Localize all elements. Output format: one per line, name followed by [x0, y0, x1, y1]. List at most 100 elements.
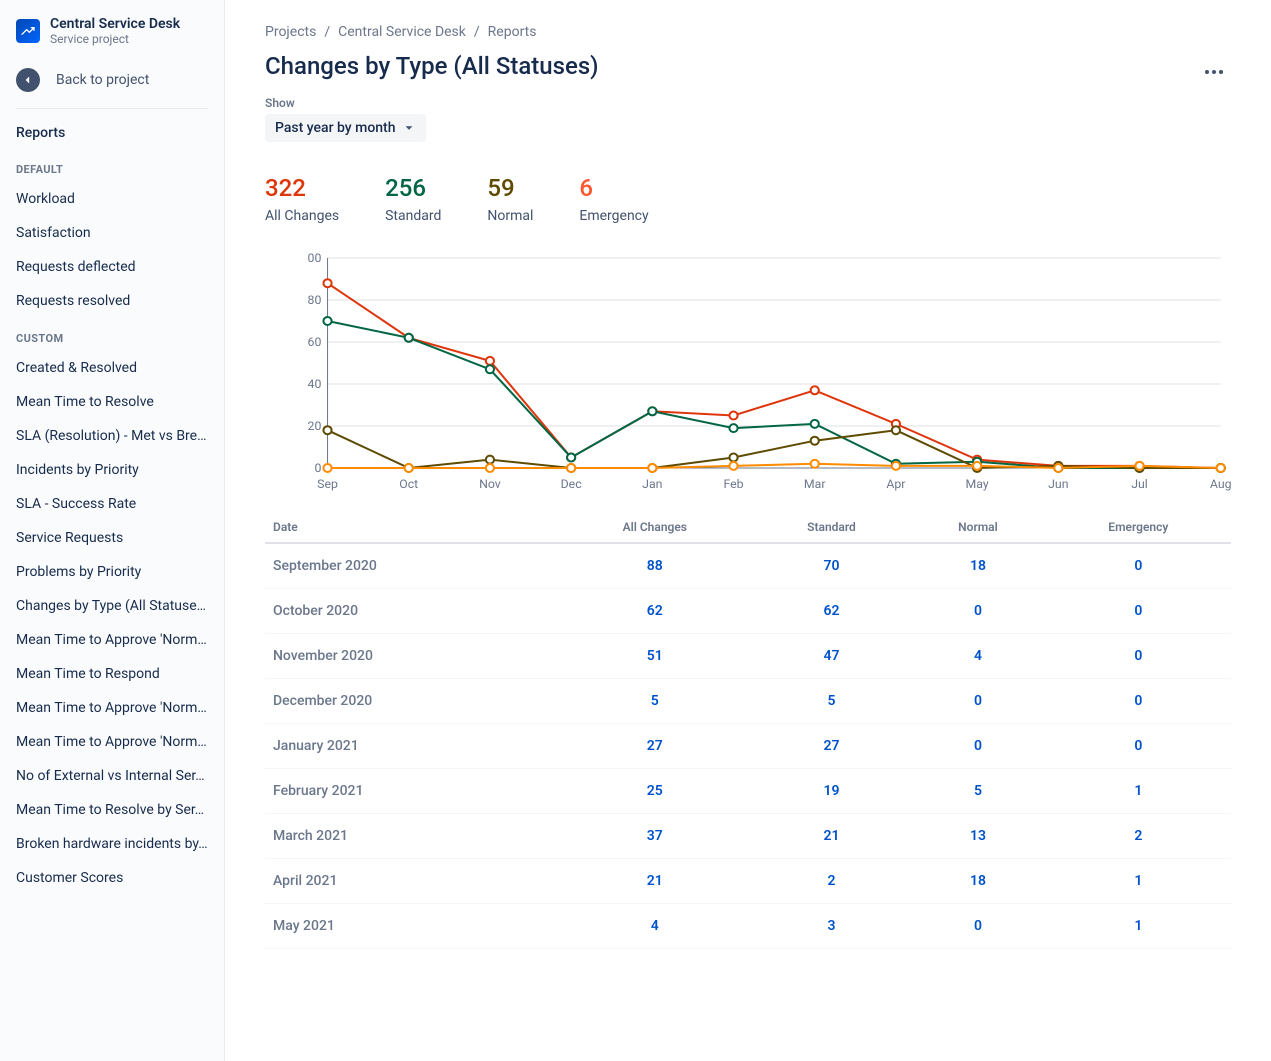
metric: 322All Changes	[265, 174, 339, 224]
reports-heading[interactable]: Reports	[0, 117, 224, 149]
row-value[interactable]: 4	[910, 634, 1045, 679]
nav-item[interactable]: Problems by Priority	[0, 555, 224, 589]
metric-value: 322	[265, 174, 339, 202]
row-value[interactable]: 19	[753, 769, 911, 814]
nav-item[interactable]: Changes by Type (All Statuses)	[0, 589, 224, 623]
row-value[interactable]: 0	[910, 589, 1045, 634]
nav-item[interactable]: Satisfaction	[0, 216, 224, 250]
row-date: October 2020	[265, 589, 557, 634]
nav-item[interactable]: Requests resolved	[0, 284, 224, 318]
row-value[interactable]: 5	[557, 679, 753, 724]
nav-item[interactable]: Mean Time to Resolve by Ser…	[0, 793, 224, 827]
project-header[interactable]: Central Service Desk Service project	[0, 16, 224, 58]
table-header: Normal	[910, 512, 1045, 543]
row-value[interactable]: 1	[1046, 859, 1231, 904]
nav-item[interactable]: SLA - Success Rate	[0, 487, 224, 521]
row-value[interactable]: 0	[1046, 679, 1231, 724]
nav-item[interactable]: Requests deflected	[0, 250, 224, 284]
row-value[interactable]: 0	[910, 904, 1045, 949]
nav-item[interactable]: Mean Time to Resolve	[0, 385, 224, 419]
table-row: May 20214301	[265, 904, 1231, 949]
show-label: Show	[265, 96, 1231, 110]
time-range-dropdown[interactable]: Past year by month	[265, 114, 426, 142]
row-value[interactable]: 1	[1046, 769, 1231, 814]
row-value[interactable]: 0	[1046, 724, 1231, 769]
nav-item[interactable]: Mean Time to Approve 'Norm…	[0, 691, 224, 725]
svg-text:Nov: Nov	[479, 477, 501, 491]
chevron-down-icon	[402, 121, 416, 135]
row-date: September 2020	[265, 543, 557, 589]
svg-text:Feb: Feb	[723, 477, 743, 491]
nav-item[interactable]: Created & Resolved	[0, 351, 224, 385]
table-header: Standard	[753, 512, 911, 543]
row-value[interactable]: 13	[910, 814, 1045, 859]
row-value[interactable]: 2	[1046, 814, 1231, 859]
table-row: January 2021272700	[265, 724, 1231, 769]
metric: 256 Standard	[385, 174, 441, 224]
more-actions-button[interactable]	[1197, 62, 1231, 82]
metric-value: 256	[385, 174, 441, 202]
table-header: All Changes	[557, 512, 753, 543]
nav-item[interactable]: Service Requests	[0, 521, 224, 555]
row-value[interactable]: 27	[753, 724, 911, 769]
svg-text:Oct: Oct	[399, 477, 418, 491]
nav-item[interactable]: Workload	[0, 182, 224, 216]
metric-label: Emergency	[579, 208, 648, 224]
table-row: October 2020626200	[265, 589, 1231, 634]
nav-item[interactable]: Mean Time to Approve 'Norm…	[0, 623, 224, 657]
breadcrumb-link[interactable]: Reports	[488, 24, 537, 40]
row-value[interactable]: 0	[1046, 589, 1231, 634]
row-value[interactable]: 51	[557, 634, 753, 679]
nav-item[interactable]: Incidents by Priority	[0, 453, 224, 487]
row-value[interactable]: 5	[753, 679, 911, 724]
row-date: November 2020	[265, 634, 557, 679]
metric-value: 59	[487, 174, 533, 202]
row-value[interactable]: 21	[753, 814, 911, 859]
row-date: February 2021	[265, 769, 557, 814]
row-value[interactable]: 5	[910, 769, 1045, 814]
table-row: April 2021212181	[265, 859, 1231, 904]
nav-item[interactable]: Broken hardware incidents by…	[0, 827, 224, 861]
row-value[interactable]: 0	[1046, 634, 1231, 679]
main-content: Projects/Central Service Desk/Reports Ch…	[225, 0, 1271, 1061]
row-value[interactable]: 0	[910, 724, 1045, 769]
row-value[interactable]: 1	[1046, 904, 1231, 949]
svg-text:40: 40	[308, 377, 322, 391]
metrics-row: 322All Changes256Standard59Normal6Emerge…	[265, 174, 1231, 224]
nav-item[interactable]: Mean Time to Approve 'Norm…	[0, 725, 224, 759]
row-value[interactable]: 25	[557, 769, 753, 814]
row-value[interactable]: 62	[753, 589, 911, 634]
row-value[interactable]: 62	[557, 589, 753, 634]
row-value[interactable]: 47	[753, 634, 911, 679]
row-value[interactable]: 3	[753, 904, 911, 949]
table-row: December 20205500	[265, 679, 1231, 724]
nav-item[interactable]: Mean Time to Respond	[0, 657, 224, 691]
back-label: Back to project	[56, 72, 149, 88]
row-value[interactable]: 18	[910, 543, 1045, 589]
row-value[interactable]: 37	[557, 814, 753, 859]
breadcrumb-link[interactable]: Central Service Desk	[338, 24, 466, 40]
metric-label: Standard	[385, 208, 441, 224]
project-icon	[16, 19, 40, 43]
breadcrumb-link[interactable]: Projects	[265, 24, 316, 40]
row-value[interactable]: 18	[910, 859, 1045, 904]
row-value[interactable]: 4	[557, 904, 753, 949]
svg-text:Jul: Jul	[1131, 477, 1148, 491]
row-date: December 2020	[265, 679, 557, 724]
row-value[interactable]: 0	[1046, 543, 1231, 589]
row-value[interactable]: 27	[557, 724, 753, 769]
back-to-project-link[interactable]: Back to project	[0, 58, 224, 102]
row-date: March 2021	[265, 814, 557, 859]
svg-text:20: 20	[308, 419, 322, 433]
row-value[interactable]: 70	[753, 543, 911, 589]
row-value[interactable]: 0	[910, 679, 1045, 724]
nav-item[interactable]: Customer Scores	[0, 861, 224, 895]
nav-item[interactable]: SLA (Resolution) - Met vs Bre…	[0, 419, 224, 453]
row-value[interactable]: 88	[557, 543, 753, 589]
project-subtitle: Service project	[50, 32, 180, 46]
nav-item[interactable]: No of External vs Internal Ser…	[0, 759, 224, 793]
row-value[interactable]: 2	[753, 859, 911, 904]
svg-text:100: 100	[307, 251, 322, 265]
row-value[interactable]: 21	[557, 859, 753, 904]
table-row: November 2020514740	[265, 634, 1231, 679]
